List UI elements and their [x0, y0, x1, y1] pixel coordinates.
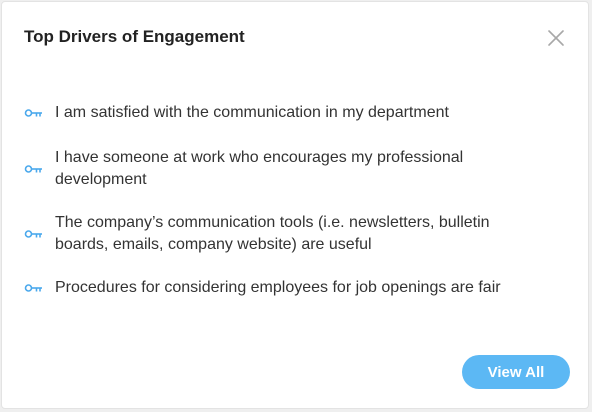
driver-item: I am satisfied with the communication in…: [24, 102, 524, 124]
driver-text: I have someone at work who encourages my…: [55, 149, 464, 188]
key-icon: [24, 228, 44, 240]
driver-item: The company’s communication tools (i.e. …: [24, 212, 524, 256]
key-icon: [24, 163, 44, 175]
driver-text: I am satisfied with the communication in…: [55, 104, 449, 121]
drivers-card: Top Drivers of Engagement I am satisfied…: [1, 1, 589, 409]
driver-text: Procedures for considering employees for…: [55, 279, 501, 296]
driver-item: Procedures for considering employees for…: [24, 277, 524, 299]
close-icon: [546, 28, 566, 48]
driver-text: The company’s communication tools (i.e. …: [55, 214, 490, 253]
card-title: Top Drivers of Engagement: [24, 27, 245, 46]
key-icon: [24, 107, 44, 119]
view-all-button[interactable]: View All: [462, 355, 570, 389]
close-button[interactable]: [546, 28, 566, 48]
key-icon: [24, 282, 44, 294]
driver-item: I have someone at work who encourages my…: [24, 147, 524, 191]
